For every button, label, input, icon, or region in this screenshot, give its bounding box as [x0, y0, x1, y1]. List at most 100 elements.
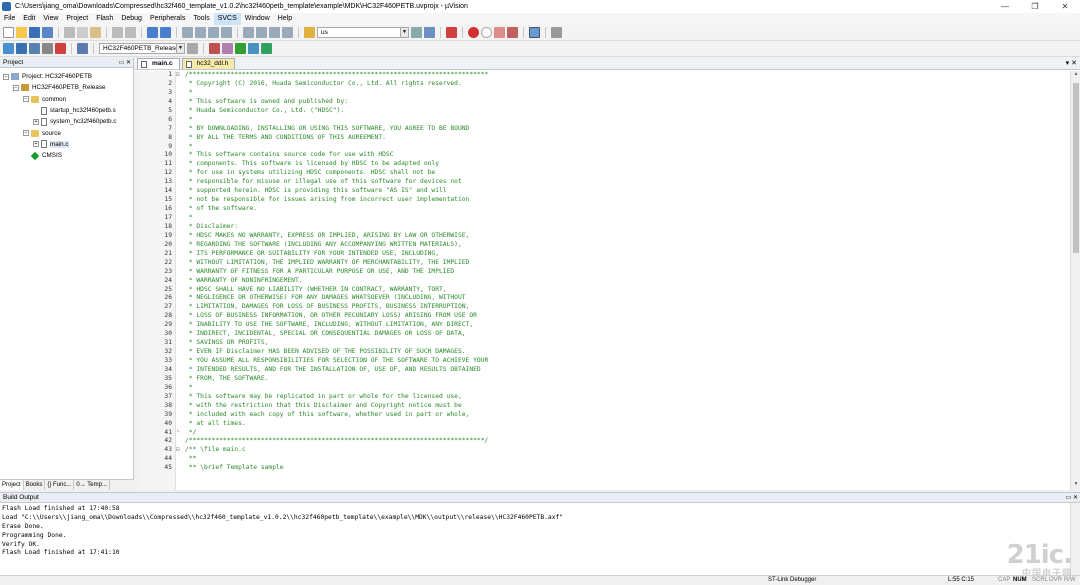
code-line[interactable]: * of the software. — [185, 205, 1070, 214]
menu-view[interactable]: View — [39, 13, 62, 25]
code-line[interactable]: * — [185, 384, 1070, 393]
configure-icon[interactable] — [551, 27, 562, 38]
bookmark-prev-icon[interactable] — [195, 27, 206, 38]
scroll-up-icon[interactable]: ▲ — [1071, 71, 1080, 80]
tree-item[interactable]: CMSIS — [0, 150, 133, 161]
target-options-icon[interactable] — [187, 43, 198, 54]
code-line[interactable]: * BY DOWNLOADING, INSTALLING OR USING TH… — [185, 125, 1070, 134]
code-line[interactable]: * at all times. — [185, 420, 1070, 429]
collapse-icon[interactable]: − — [23, 130, 29, 137]
tab-list-close-icon[interactable]: ▾ ✕ — [1066, 59, 1077, 67]
code-line[interactable]: * — [185, 89, 1070, 98]
clear-breakpoints-icon[interactable] — [494, 27, 505, 38]
code-line[interactable]: * included with each copy of this softwa… — [185, 411, 1070, 420]
panel-tab[interactable]: Project — [0, 480, 24, 490]
code-line[interactable]: * This software may be replicated in par… — [185, 393, 1070, 402]
code-line[interactable]: ** — [185, 455, 1070, 464]
bookmark-clear-icon[interactable] — [221, 27, 232, 38]
code-line[interactable]: */ — [185, 429, 1070, 438]
chevron-down-icon[interactable]: ▼ — [176, 44, 184, 53]
disable-breakpoint-icon[interactable] — [481, 27, 492, 38]
unindent-icon[interactable] — [256, 27, 267, 38]
pack-installer-icon[interactable] — [248, 43, 259, 54]
expand-icon[interactable]: + — [33, 118, 39, 125]
menu-help[interactable]: Help — [274, 13, 296, 25]
scroll-down-icon[interactable]: ▼ — [1071, 481, 1080, 490]
expand-icon[interactable]: + — [33, 141, 39, 148]
maximize-button[interactable]: ❐ — [1020, 0, 1050, 13]
find-icon[interactable] — [411, 27, 422, 38]
code-line[interactable]: * BY ALL THE TERMS AND CONDITIONS OF THI… — [185, 134, 1070, 143]
code-line[interactable]: * LOSS OF BUSINESS INFORMATION, OR OTHER… — [185, 312, 1070, 321]
tree-item[interactable]: − Project: HC32F460PETB — [0, 71, 133, 82]
panel-tab[interactable]: {} Func... — [45, 480, 75, 490]
nav-back-icon[interactable] — [147, 27, 158, 38]
code-line[interactable]: * INABILITY TO USE THE SOFTWARE, INCLUDI… — [185, 321, 1070, 330]
tree-item[interactable]: − HC32F460PETB_Release — [0, 82, 133, 93]
copy-icon[interactable] — [77, 27, 88, 38]
code-line[interactable]: * REGARDING THE SOFTWARE (INCLUDING ANY … — [185, 241, 1070, 250]
download-icon[interactable] — [77, 43, 88, 54]
manage-components-icon[interactable] — [222, 43, 233, 54]
scroll-thumb[interactable] — [1073, 83, 1079, 253]
code-area[interactable]: 1 2 3 4 5 6 7 8 9 10 11 12 13 14 15 16 17 18 19 20 21 22 23 24 2… — [135, 71, 1070, 490]
kill-breakpoints-icon[interactable] — [507, 27, 518, 38]
code-line[interactable]: * WARRANTY OF FITNESS FOR A PARTICULAR P… — [185, 268, 1070, 277]
menu-svcs[interactable]: SVCS — [213, 13, 241, 25]
code-line[interactable]: * with the restriction that this Disclai… — [185, 402, 1070, 411]
undo-icon[interactable] — [112, 27, 123, 38]
minimize-button[interactable]: — — [990, 0, 1020, 13]
code-line[interactable]: * supported herein. HDSC is providing th… — [185, 187, 1070, 196]
code-line[interactable]: /** \file main.c — [185, 446, 1070, 455]
menu-tools[interactable]: Tools — [189, 13, 213, 25]
fold-marker-icon[interactable]: └ — [176, 429, 184, 438]
code-line[interactable]: /***************************************… — [185, 437, 1070, 446]
code-line[interactable]: * Disclaimer: — [185, 223, 1070, 232]
code-line[interactable]: * YOU ASSUME ALL RESPONSIBILITIES FOR SE… — [185, 357, 1070, 366]
run-time-environment-icon[interactable] — [261, 43, 272, 54]
collapse-icon[interactable]: − — [3, 73, 9, 80]
tree-item[interactable]: + main.c — [0, 139, 133, 150]
code-line[interactable]: * LIMITATION, DAMAGES FOR LOSS OF BUSINE… — [185, 303, 1070, 312]
editor-vertical-scrollbar[interactable]: ▲ ▼ — [1070, 71, 1080, 490]
paste-icon[interactable] — [90, 27, 101, 38]
comment-icon[interactable] — [269, 27, 280, 38]
batch-build-icon[interactable] — [42, 43, 53, 54]
code-line[interactable]: * — [185, 143, 1070, 152]
open-folder-icon[interactable] — [16, 27, 27, 38]
code-line[interactable]: * ITS PERFORMANCE OR SUITABILITY FOR YOU… — [185, 250, 1070, 259]
tree-item[interactable]: + system_hc32f460petb.c — [0, 116, 133, 127]
fold-marker-icon[interactable]: ⊟ — [176, 71, 184, 80]
tree-item[interactable]: startup_hc32f460petb.s — [0, 105, 133, 116]
find-combo[interactable]: us ▼ — [317, 27, 409, 38]
bookmark-next-icon[interactable] — [208, 27, 219, 38]
code-line[interactable]: * This software is owned and published b… — [185, 98, 1070, 107]
select-packs-icon[interactable] — [235, 43, 246, 54]
menu-debug[interactable]: Debug — [117, 13, 146, 25]
code-line[interactable]: * Huada Semiconductor Co., Ltd. ("HDSC")… — [185, 107, 1070, 116]
code-line[interactable]: * for use in systems utilizing HDSC comp… — [185, 169, 1070, 178]
bookmark-icon[interactable] — [182, 27, 193, 38]
save-icon[interactable] — [29, 27, 40, 38]
code-line[interactable]: * — [185, 214, 1070, 223]
new-file-icon[interactable] — [3, 27, 14, 38]
code-line[interactable]: * HDSC SHALL HAVE NO LIABILITY (WHETHER … — [185, 286, 1070, 295]
close-button[interactable]: ✕ — [1050, 0, 1080, 13]
menu-flash[interactable]: Flash — [92, 13, 117, 25]
cut-icon[interactable] — [64, 27, 75, 38]
build-icon[interactable] — [16, 43, 27, 54]
menu-file[interactable]: File — [0, 13, 19, 25]
debug-session-icon[interactable] — [446, 27, 457, 38]
code-line[interactable]: * Copyright (C) 2016, Huada Semiconducto… — [185, 80, 1070, 89]
redo-icon[interactable] — [125, 27, 136, 38]
code-line[interactable]: ** \brief Template sample — [185, 464, 1070, 473]
find-in-files-icon[interactable] — [304, 27, 315, 38]
code-line[interactable]: * NEGLIGENCE OR OTHERWISE) FOR ANY DAMAG… — [185, 294, 1070, 303]
code-line[interactable]: * WARRANTY OF NONINFRINGEMENT. — [185, 277, 1070, 286]
panel-pin-close-icon[interactable]: ▭ ✕ — [1066, 493, 1078, 503]
code-line[interactable]: * WITHOUT LIMITATION, THE IMPLIED WARRAN… — [185, 259, 1070, 268]
indent-icon[interactable] — [243, 27, 254, 38]
fold-marker-icon[interactable]: ⊟ — [176, 446, 184, 455]
code-line[interactable]: * This software contains source code for… — [185, 151, 1070, 160]
window-layout-icon[interactable] — [529, 27, 540, 38]
